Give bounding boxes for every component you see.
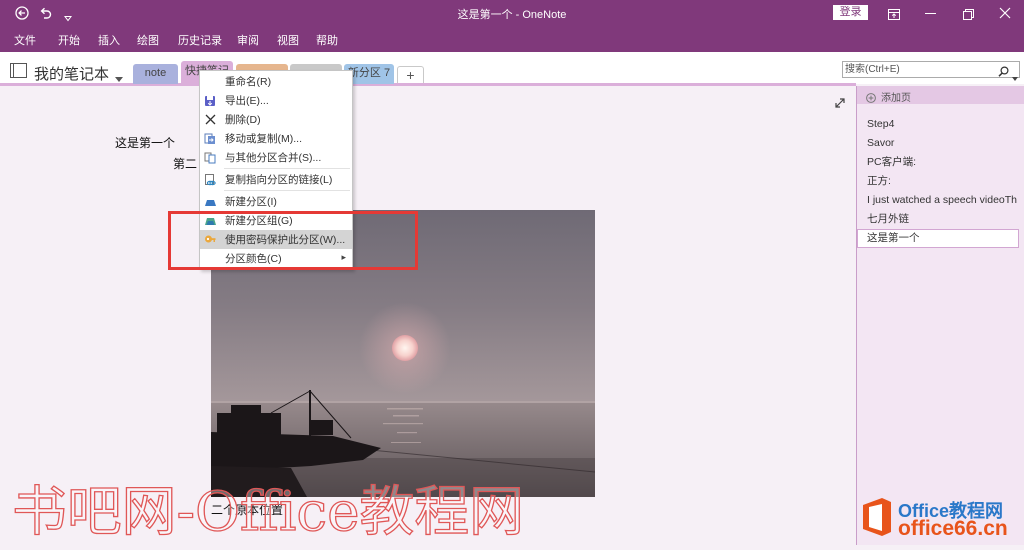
menu-item-copy-link[interactable]: 复制指向分区的链接(L) [200, 170, 352, 189]
page-list-item[interactable]: 正方: [857, 172, 1019, 191]
highlight-annotation-box [168, 211, 418, 270]
page-list-item[interactable]: PC客户端: [857, 153, 1019, 172]
menu-item-merge[interactable]: 与其他分区合并(S)... [200, 148, 352, 167]
add-page-icon [866, 90, 876, 108]
window-title: 这是第一个 - OneNote [457, 9, 567, 21]
menu-item-delete[interactable]: 删除(D) [200, 110, 352, 129]
notebook-name[interactable]: 我的笔记本 [34, 63, 109, 84]
menu-view[interactable]: 视图 [277, 32, 299, 48]
office-logo-icon [860, 496, 894, 543]
section-tab-label: note [144, 67, 167, 79]
page-list-item[interactable]: I just watched a speech videoTh [857, 191, 1019, 210]
menu-item-label: 重命名(R) [225, 76, 272, 88]
export-icon [203, 94, 217, 108]
menu-item-label: 移动或复制(M)... [225, 133, 302, 145]
page-text-line-1[interactable]: 这是第一个 [115, 134, 175, 151]
restore-icon[interactable] [963, 7, 974, 25]
menu-item-rename[interactable]: 重命名(R) [200, 72, 352, 91]
page-list-item[interactable]: Step4 [857, 115, 1019, 134]
menu-item-label: 新建分区(I) [225, 196, 277, 208]
page-list-item-selected[interactable]: 这是第一个 [857, 229, 1019, 248]
expand-page-icon[interactable] [834, 96, 846, 114]
logo-site-domain: office66.cn [898, 517, 1008, 540]
minimize-icon[interactable] [925, 13, 936, 14]
menu-history[interactable]: 历史记录 [178, 32, 222, 48]
add-page-button[interactable]: 添加页 [857, 86, 1024, 104]
title-bar: 这是第一个 - OneNote 登录 文件 开始 插入 绘图 历史记录 审阅 视… [0, 0, 1024, 52]
add-section-button[interactable]: + [397, 66, 424, 83]
add-page-label: 添加页 [881, 93, 911, 104]
search-input[interactable] [843, 62, 995, 77]
menu-item-new-section[interactable]: 新建分区(I) [200, 192, 352, 211]
notebook-icon[interactable] [10, 63, 27, 83]
link-icon [203, 173, 217, 187]
page-list-item[interactable]: 七月外链 [857, 210, 1019, 229]
menu-item-export[interactable]: 导出(E)... [200, 91, 352, 110]
menu-review[interactable]: 审阅 [237, 32, 259, 48]
signin-button[interactable]: 登录 [833, 5, 868, 20]
page-list-item[interactable]: Savor [857, 134, 1019, 153]
menu-insert[interactable]: 插入 [98, 32, 120, 48]
new-section-icon [203, 195, 217, 209]
section-tab-note[interactable]: note [133, 64, 178, 84]
menu-item-label: 导出(E)... [225, 95, 269, 107]
page-text-line-2[interactable]: 第二 [173, 155, 197, 172]
section-tab-label: 新分区 7 [347, 67, 391, 79]
ribbon-display-options-icon[interactable] [888, 7, 900, 25]
search-scope-dropdown-icon[interactable] [1012, 68, 1018, 86]
menu-file[interactable]: 文件 [14, 32, 36, 48]
delete-icon [203, 113, 217, 127]
menu-help[interactable]: 帮助 [316, 32, 338, 48]
merge-icon [203, 151, 217, 165]
menu-item-label: 删除(D) [225, 114, 261, 126]
pages-pane: 添加页 Step4 Savor PC客户端: 正方: I just watche… [856, 86, 1024, 545]
search-icon[interactable] [998, 64, 1009, 82]
watermark: 书吧网-Office教程网 [0, 468, 540, 545]
menu-draw[interactable]: 绘图 [137, 32, 159, 48]
watermark-text: 书吧网-Office教程网 [12, 480, 524, 543]
menu-home[interactable]: 开始 [58, 32, 80, 48]
menu-item-label: 复制指向分区的链接(L) [225, 174, 333, 186]
search-box [842, 61, 1020, 81]
move-copy-icon [203, 132, 217, 146]
close-icon[interactable] [999, 6, 1011, 24]
menu-item-label: 与其他分区合并(S)... [225, 152, 322, 164]
menu-item-move-or-copy[interactable]: 移动或复制(M)... [200, 129, 352, 148]
